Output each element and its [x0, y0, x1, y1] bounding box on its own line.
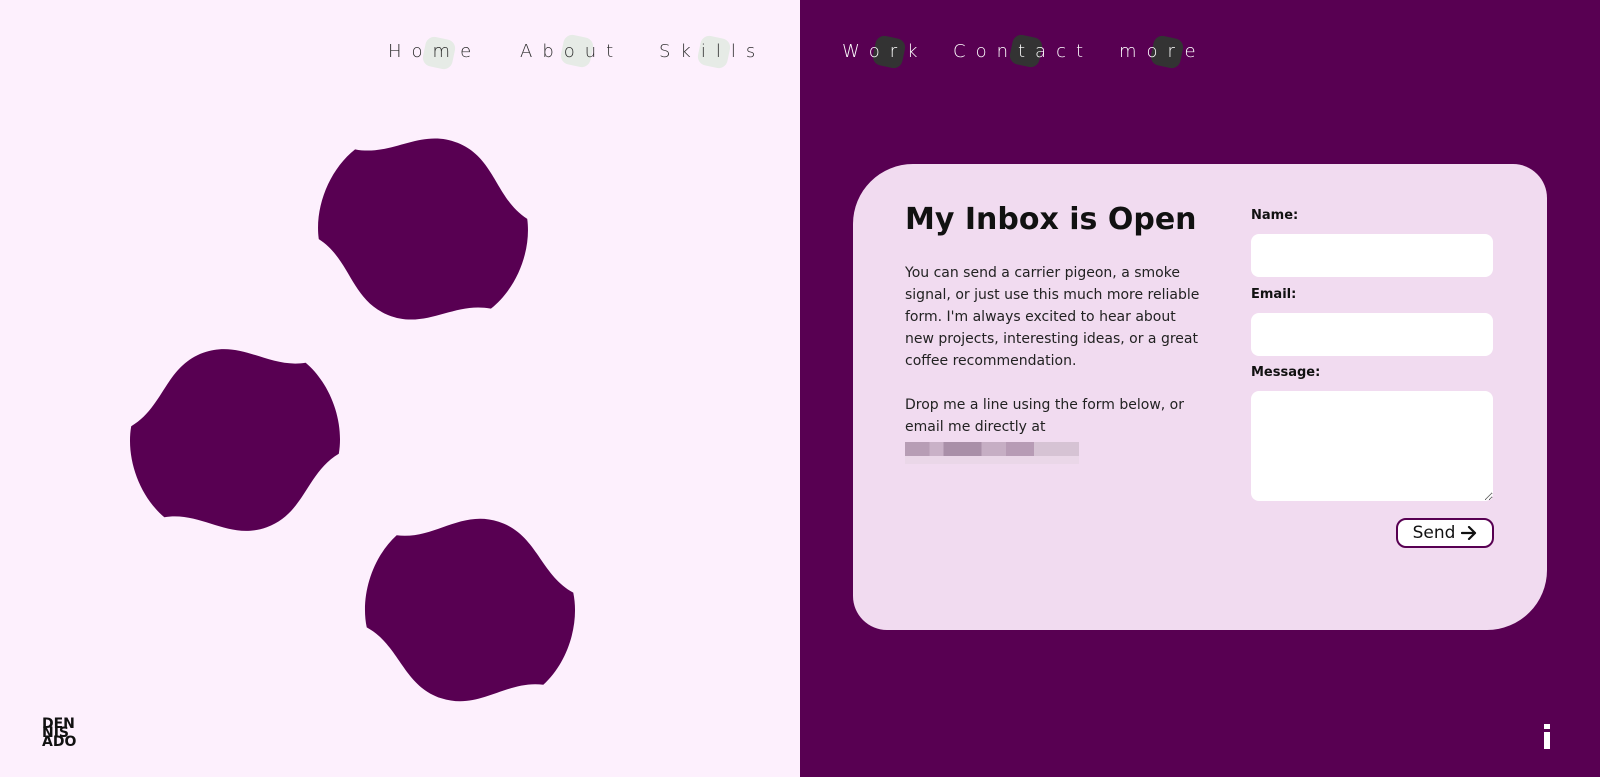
nav-skills-label: Skills — [659, 41, 766, 62]
logo[interactable]: DEN NIS ADO — [42, 717, 86, 750]
nav-more[interactable]: more — [1119, 34, 1206, 70]
send-label: Send — [1412, 523, 1456, 543]
contact-title: My Inbox is Open — [905, 202, 1197, 237]
nav-work[interactable]: Work — [842, 34, 928, 70]
redacted-email — [905, 442, 1079, 464]
arrow-right-icon — [1461, 526, 1477, 540]
send-button[interactable]: Send — [1396, 518, 1494, 548]
nav-skills[interactable]: Skills — [659, 34, 766, 70]
name-label: Name: — [1251, 208, 1299, 223]
nav-contact[interactable]: Contact — [953, 33, 1094, 69]
logo-line: ADO — [42, 734, 77, 750]
email-field[interactable] — [1251, 313, 1493, 356]
contact-email-intro: Drop me a line using the form below, or … — [905, 397, 1184, 435]
nav-home-label: Home — [388, 41, 482, 62]
blob-shape — [130, 349, 340, 531]
email-label: Email: — [1251, 287, 1297, 302]
message-field[interactable] — [1251, 391, 1493, 501]
message-label: Message: — [1251, 365, 1321, 380]
nav-about[interactable]: About — [520, 33, 624, 69]
blob-shape — [364, 518, 576, 702]
nav-work-label: Work — [842, 41, 928, 62]
nav-more-label: more — [1119, 41, 1206, 62]
nav-about-label: About — [520, 41, 624, 62]
main-nav: Home About Skills Work Contact more — [0, 33, 1600, 71]
nav-home[interactable]: Home — [388, 35, 482, 71]
blob-shape — [318, 138, 528, 320]
nav-contact-label: Contact — [953, 41, 1094, 62]
contact-intro: You can send a carrier pigeon, a smoke s… — [905, 265, 1200, 369]
info-icon[interactable] — [1541, 724, 1553, 750]
name-field[interactable] — [1251, 234, 1493, 277]
contact-card: My Inbox is Open You can send a carrier … — [853, 164, 1547, 630]
